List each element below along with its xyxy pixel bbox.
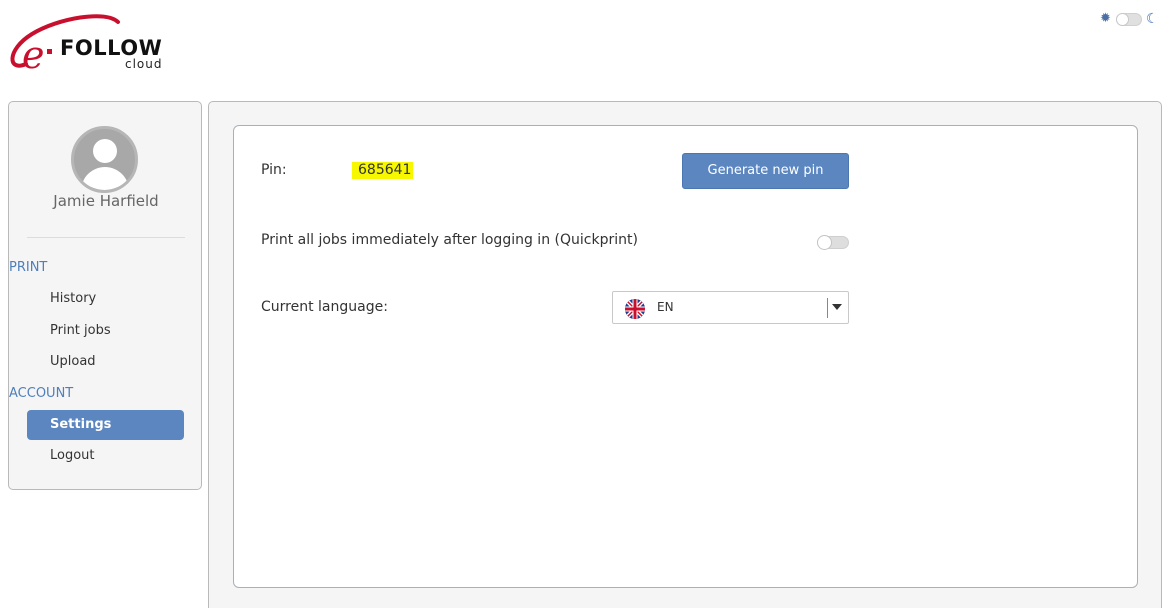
sidebar-divider [27,237,185,238]
theme-switch-knob [1116,13,1129,26]
settings-card: Pin: 685641 Generate new pin Print all j… [233,125,1138,588]
pin-value: 685641 [352,162,414,179]
quickprint-toggle-knob [817,235,832,250]
select-divider [827,298,828,318]
sidebar-section-account: ACCOUNT [9,386,74,401]
sidebar-item-settings[interactable]: Settings [27,410,184,440]
sidebar-item-history[interactable]: History [27,284,184,314]
sidebar-item-logout[interactable]: Logout [27,441,184,471]
main-panel: Pin: 685641 Generate new pin Print all j… [208,101,1162,608]
quickprint-toggle[interactable] [817,235,849,250]
logo-e-glyph: e [22,33,45,77]
language-select[interactable]: EN [612,291,849,324]
efollow-logo: e FOLLOW cloud [6,6,176,78]
sun-icon: ✹ [1100,11,1111,26]
moon-icon: ☾ [1146,11,1159,27]
user-avatar-icon [71,126,138,193]
quickprint-label: Print all jobs immediately after logging… [261,232,638,248]
pin-label: Pin: [261,162,287,178]
language-value: EN [657,300,674,314]
theme-switch[interactable] [1116,13,1142,26]
sidebar: Jamie Harfield PRINT History Print jobs … [8,101,202,490]
sidebar-item-print-jobs[interactable]: Print jobs [27,316,184,346]
uk-flag-icon [625,299,645,319]
generate-new-pin-button[interactable]: Generate new pin [682,153,849,189]
language-label: Current language: [261,299,388,315]
theme-toggle[interactable]: ✹ ☾ [1100,10,1159,28]
sidebar-section-print: PRINT [9,260,48,275]
chevron-down-icon [832,304,842,310]
user-name: Jamie Harfield [53,192,159,210]
sidebar-item-upload[interactable]: Upload [27,347,184,377]
logo-subtitle: cloud [125,57,163,71]
